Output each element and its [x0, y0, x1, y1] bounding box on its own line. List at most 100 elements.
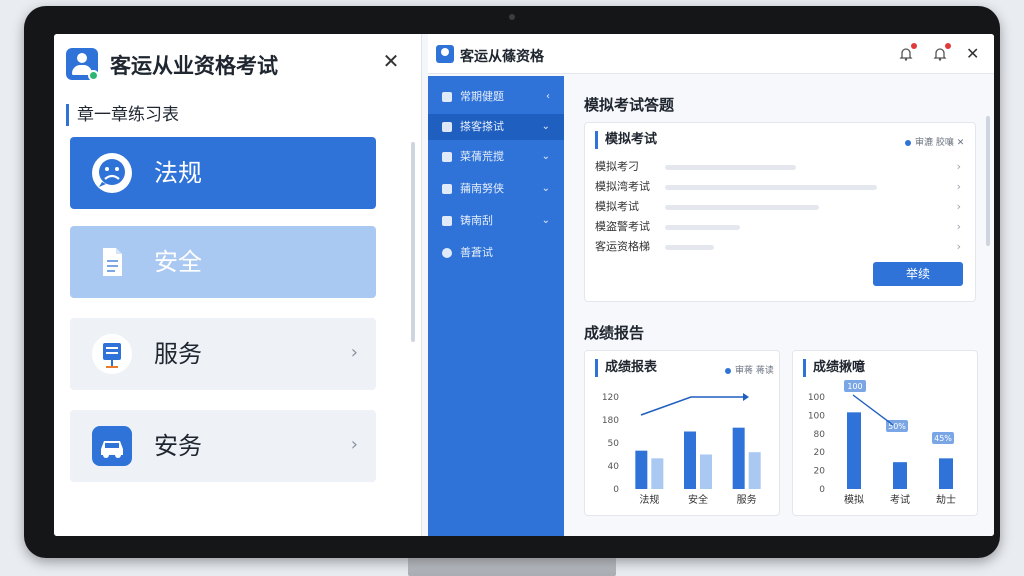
- sidebar-item-3[interactable]: 菜蒨荒搅 ⌄: [428, 144, 564, 170]
- chevron-down-icon: ⌄: [541, 151, 550, 162]
- sidebar-item-5[interactable]: 铸南刮 ⌄: [428, 208, 564, 234]
- bell-icon[interactable]: [898, 43, 917, 62]
- screen: 客运从业资格考试 ✕ 章一章练习表 法规 安全 服务 › 安务 › 客运从蓧资格…: [54, 34, 994, 536]
- group-icon: [442, 152, 452, 162]
- main-content: 模拟考试答题 模拟考试 审漉 胶嚷 ✕ 模拟考刁 › 模拟湾考试 › 模拟考试 › 模…: [564, 76, 994, 536]
- exam-card-title: 模拟考试: [595, 131, 657, 149]
- x-tick-label: 模拟: [844, 493, 864, 506]
- close-icon[interactable]: ✕: [382, 51, 400, 71]
- chart-card-2: 成绩揪噫 100 100 80 20 20 0 模拟 考试 劫士 100 50% 45%: [792, 350, 978, 516]
- user-icon: [442, 92, 452, 102]
- service-sign-icon: [92, 334, 132, 374]
- chart-card-1: 成绩报表 审蒋 蒋读 120 180 50 40 0 法规 安全 服务: [584, 350, 780, 516]
- question-row[interactable]: 模盗警考试 ›: [595, 217, 961, 237]
- x-tick-label: 考试: [890, 493, 910, 506]
- close-icon[interactable]: ✕: [966, 44, 979, 63]
- y-tick-label: 20: [814, 448, 826, 458]
- chevron-down-icon: ⌄: [541, 183, 550, 194]
- bar: [847, 412, 861, 489]
- bell-icon[interactable]: [932, 43, 951, 62]
- bar: [651, 458, 664, 489]
- x-tick-label: 安全: [688, 493, 708, 506]
- monitor-stand: [408, 556, 616, 576]
- category-label: 安务: [154, 432, 202, 460]
- category-item-service[interactable]: 服务 ›: [70, 318, 376, 390]
- exam-card-legend: 审漉 胶嚷 ✕: [905, 135, 964, 148]
- chevron-right-icon: ›: [956, 220, 961, 233]
- bar: [684, 431, 696, 489]
- progress-bar: [665, 225, 741, 230]
- bar: [732, 427, 745, 489]
- question-row[interactable]: 模拟考试 ›: [595, 197, 961, 217]
- y-tick-label: 50: [608, 439, 620, 449]
- monitor-frame: 客运从业资格考试 ✕ 章一章练习表 法规 安全 服务 › 安务 › 客运从蓧资格…: [24, 6, 1000, 558]
- x-tick-label: 劫士: [936, 493, 956, 506]
- exam-card: 模拟考试 审漉 胶嚷 ✕ 模拟考刁 › 模拟湾考试 › 模拟考试 › 模盗警考试 › 客…: [584, 122, 976, 302]
- category-item-affairs[interactable]: 安务 ›: [70, 410, 376, 482]
- exam-section-title: 模拟考试答题: [584, 96, 675, 114]
- chevron-down-icon: ⌄: [541, 215, 550, 226]
- bar: [939, 458, 953, 489]
- info-icon: [442, 248, 452, 258]
- category-item-regulations[interactable]: 法规: [70, 137, 376, 209]
- trend-line: [640, 396, 743, 416]
- main-scrollbar[interactable]: [986, 116, 990, 246]
- continue-button[interactable]: 举续: [873, 262, 963, 286]
- camera-icon: [509, 14, 515, 20]
- chevron-right-icon: ›: [350, 434, 358, 455]
- category-label: 法规: [154, 159, 202, 187]
- progress-bar: [665, 185, 877, 190]
- question-row[interactable]: 模拟考刁 ›: [595, 157, 961, 177]
- group-icon: [442, 122, 452, 132]
- progress-bar: [665, 245, 715, 250]
- gear-icon: [442, 216, 452, 226]
- left-window-title: 客运从业资格考试: [110, 54, 278, 78]
- sidebar-item-6[interactable]: 善蒼试: [428, 240, 564, 266]
- chevron-right-icon: ›: [350, 342, 358, 363]
- category-label: 安全: [154, 248, 202, 276]
- right-window-title: 客运从蓧资格: [460, 49, 544, 65]
- y-tick-label: 0: [613, 485, 619, 495]
- x-tick-label: 服务: [737, 493, 757, 506]
- y-tick-label: 120: [602, 393, 619, 403]
- list-icon: [442, 184, 452, 194]
- document-icon: [92, 242, 132, 282]
- car-icon: [92, 426, 132, 466]
- y-tick-label: 40: [608, 462, 620, 472]
- y-tick-label: 20: [814, 467, 826, 477]
- sad-face-icon: [92, 153, 132, 193]
- category-item-safety[interactable]: 安全: [70, 226, 376, 298]
- chevron-left-icon: ‹: [546, 91, 550, 102]
- chevron-right-icon: ›: [956, 200, 961, 213]
- bar: [700, 454, 712, 489]
- question-row[interactable]: 模拟湾考试 ›: [595, 177, 961, 197]
- chevron-right-icon: ›: [956, 160, 961, 173]
- y-tick-label: 100: [808, 411, 825, 421]
- user-badge-icon: [66, 48, 99, 81]
- chart-1-svg: 120 180 50 40 0 法规 安全 服务: [602, 393, 761, 506]
- user-badge-icon: [436, 45, 454, 63]
- report-section-title: 成绩报告: [584, 324, 645, 342]
- sidebar-item-2[interactable]: 搽客搽试 ⌄: [428, 114, 564, 140]
- category-label: 服务: [154, 340, 202, 368]
- annotation-label: 100: [847, 382, 862, 391]
- y-tick-label: 100: [808, 393, 825, 403]
- left-window-header: 客运从业资格考试 ✕: [54, 34, 422, 96]
- left-window: 客运从业资格考试 ✕ 章一章练习表 法规 安全 服务 › 安务 ›: [54, 34, 422, 536]
- sidebar-item-1[interactable]: 常期健题 ‹: [428, 84, 564, 110]
- chart-1-title: 成绩报表: [595, 359, 657, 377]
- annotation-label: 45%: [934, 434, 952, 443]
- section-label: 章一章练习表: [66, 104, 179, 126]
- chart-2-svg: 1001008020200模拟 考试 劫士10050%45%: [808, 380, 956, 506]
- left-scrollbar[interactable]: [411, 142, 415, 342]
- bar: [893, 462, 907, 489]
- right-window: 客运从蓧资格 ✕ 常期健题 ‹ 搽客搽试 ⌄ 菜蒨荒搅 ⌄ 蒱南努侠 ⌄ 铸南刮 ⌄ 善蒼…: [428, 34, 994, 536]
- question-row[interactable]: 客运资格梯 ›: [595, 237, 961, 257]
- trend-arrow-icon: [743, 393, 749, 401]
- chevron-down-icon: ⌄: [541, 121, 550, 132]
- right-window-titlebar: 客运从蓧资格 ✕: [428, 34, 994, 74]
- sidebar-item-4[interactable]: 蒱南努侠 ⌄: [428, 176, 564, 202]
- bar: [748, 452, 761, 489]
- chevron-right-icon: ›: [956, 180, 961, 193]
- x-tick-label: 法规: [639, 493, 659, 506]
